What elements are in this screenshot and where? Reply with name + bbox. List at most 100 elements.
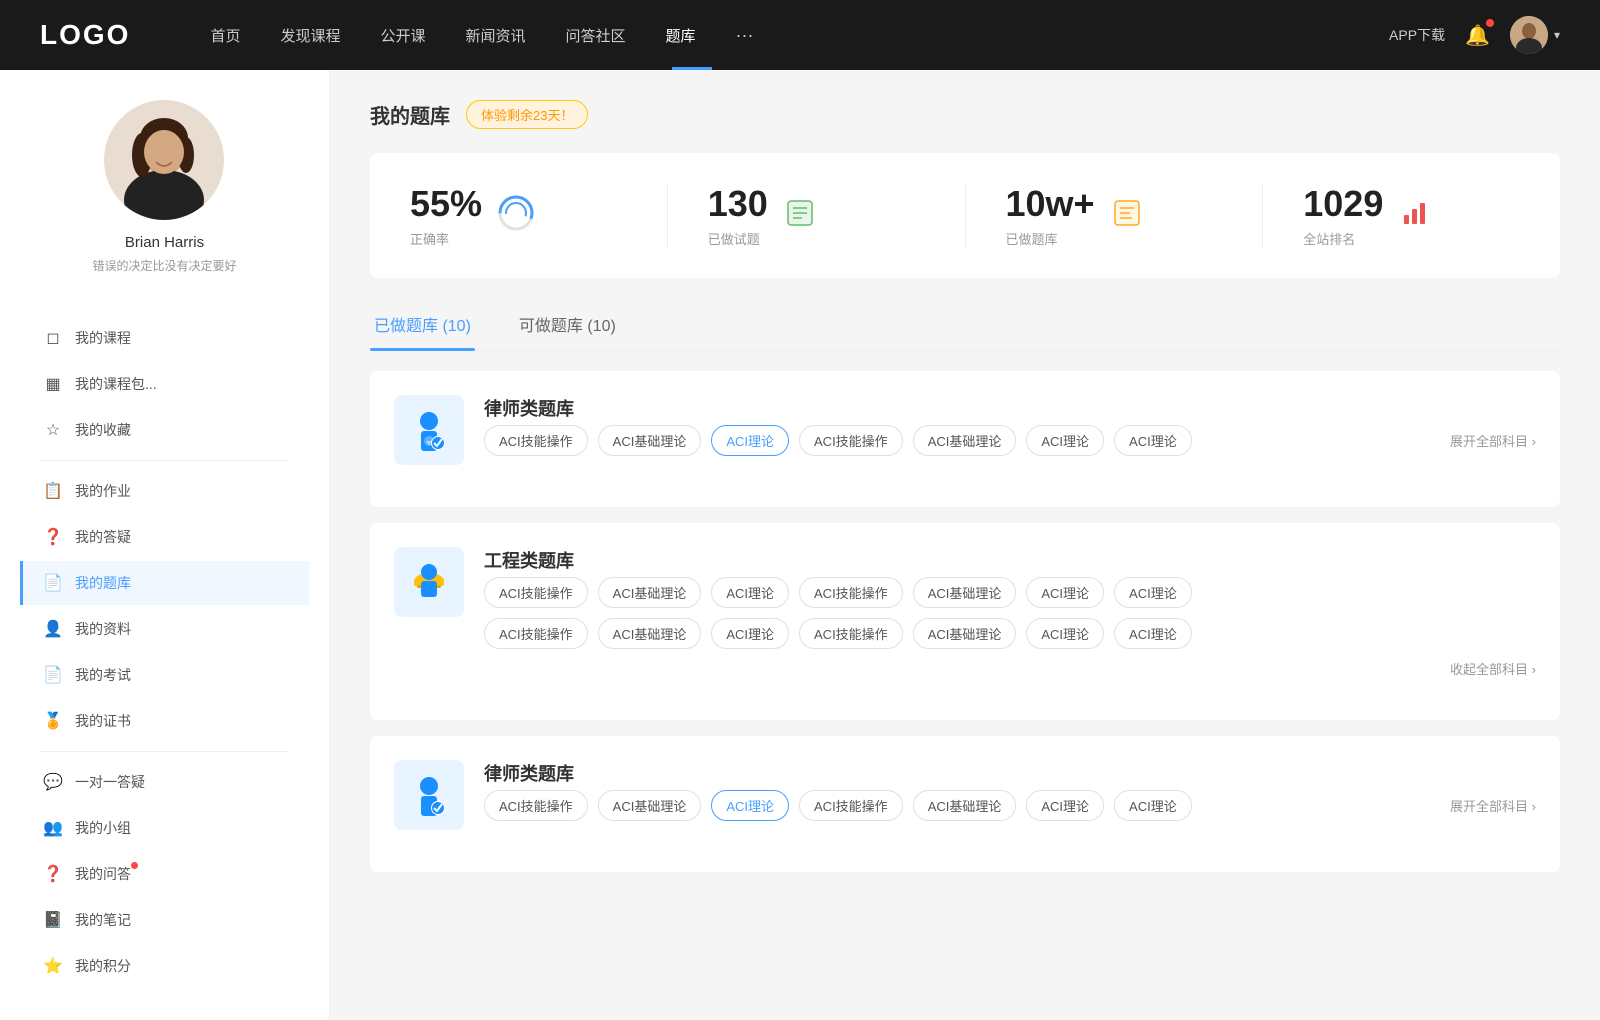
tab-available-banks[interactable]: 可做题库 (10): [515, 302, 620, 350]
sidebar-item-homework[interactable]: 📋 我的作业: [20, 469, 309, 513]
engineer-icon: [394, 547, 464, 617]
qa-dot-badge: [131, 862, 138, 869]
sidebar-item-points[interactable]: ⭐ 我的积分: [20, 944, 309, 988]
tag-eng-r1-4[interactable]: ACI基础理论: [913, 577, 1017, 608]
engineer-collapse-footer: 收起全部科目 ›: [484, 659, 1536, 678]
bank-card-lawyer-1-tags: ACI技能操作 ACI基础理论 ACI理论 ACI技能操作 ACI基础理论 AC…: [484, 425, 1536, 456]
sidebar-label-favorites: 我的收藏: [75, 420, 131, 440]
stat-rank: 1029 全站排名: [1263, 183, 1560, 248]
bank-card-engineer-header: 工程类题库 ACI技能操作 ACI基础理论 ACI理论 ACI技能操作 ACI基…: [394, 547, 1536, 678]
nav-question-bank[interactable]: 题库: [666, 25, 696, 46]
notification-badge: [1486, 19, 1494, 27]
tag-lawyer2-6[interactable]: ACI理论: [1114, 790, 1192, 821]
tag-eng-r2-2[interactable]: ACI理论: [711, 618, 789, 649]
stat-accuracy-label: 正确率: [410, 229, 482, 248]
tag-lawyer1-4[interactable]: ACI基础理论: [913, 425, 1017, 456]
stat-done-questions-label: 已做试题: [708, 229, 768, 248]
tag-eng-r2-0[interactable]: ACI技能操作: [484, 618, 588, 649]
sidebar-item-favorites[interactable]: ☆ 我的收藏: [20, 408, 309, 452]
tag-eng-r2-4[interactable]: ACI基础理论: [913, 618, 1017, 649]
sidebar-item-exam[interactable]: 📄 我的考试: [20, 653, 309, 697]
tag-lawyer1-6[interactable]: ACI理论: [1114, 425, 1192, 456]
sidebar-menu: ◻ 我的课程 ▦ 我的课程包... ☆ 我的收藏 📋 我的作业 ❓ 我的答疑 📄: [0, 314, 329, 990]
sidebar-label-points: 我的积分: [75, 956, 131, 976]
tag-lawyer2-0[interactable]: ACI技能操作: [484, 790, 588, 821]
star-icon: ☆: [43, 420, 63, 440]
tag-eng-r1-6[interactable]: ACI理论: [1114, 577, 1192, 608]
tag-lawyer2-5[interactable]: ACI理论: [1026, 790, 1104, 821]
app-download-button[interactable]: APP下载: [1389, 25, 1445, 45]
nav-news[interactable]: 新闻资讯: [466, 25, 526, 46]
stat-done-banks: 10w+ 已做题库: [966, 183, 1264, 248]
sidebar-item-question-bank[interactable]: 📄 我的题库: [20, 561, 309, 605]
nav-home[interactable]: 首页: [210, 25, 240, 46]
bank-card-lawyer-1-header: 律师类题库 ACI技能操作 ACI基础理论 ACI理论 ACI技能操作 ACI基…: [394, 395, 1536, 465]
stat-done-questions-content: 130 已做试题: [708, 183, 768, 248]
expand-lawyer-2[interactable]: 展开全部科目 ›: [1450, 796, 1536, 815]
tag-lawyer1-3[interactable]: ACI技能操作: [799, 425, 903, 456]
sidebar-label-exam: 我的考试: [75, 665, 131, 685]
nav-qa[interactable]: 问答社区: [566, 25, 626, 46]
tag-eng-r2-6[interactable]: ACI理论: [1114, 618, 1192, 649]
sidebar-item-my-course[interactable]: ◻ 我的课程: [20, 316, 309, 360]
bar-chart-icon: [1399, 197, 1431, 234]
stat-accuracy-content: 55% 正确率: [410, 183, 482, 248]
tag-lawyer2-4[interactable]: ACI基础理论: [913, 790, 1017, 821]
sidebar-label-course-pack: 我的课程包...: [75, 374, 157, 394]
profile-icon: 👤: [43, 619, 63, 639]
accuracy-icon: [498, 195, 534, 236]
tag-lawyer1-2[interactable]: ACI理论: [711, 425, 789, 456]
tag-eng-r1-1[interactable]: ACI基础理论: [598, 577, 702, 608]
user-avatar-menu[interactable]: ▾: [1510, 16, 1560, 54]
notification-bell[interactable]: 🔔: [1465, 23, 1490, 48]
nav-active-indicator: [672, 67, 712, 70]
tag-eng-r1-5[interactable]: ACI理论: [1026, 577, 1104, 608]
bank-card-lawyer-2-info: 律师类题库 ACI技能操作 ACI基础理论 ACI理论 ACI技能操作 ACI基…: [484, 760, 1536, 821]
tag-lawyer1-5[interactable]: ACI理论: [1026, 425, 1104, 456]
collapse-engineer[interactable]: 收起全部科目 ›: [1450, 659, 1536, 678]
expand-lawyer-1[interactable]: 展开全部科目 ›: [1450, 431, 1536, 450]
notes-icon: 📓: [43, 910, 63, 930]
tag-eng-r1-3[interactable]: ACI技能操作: [799, 577, 903, 608]
sidebar-label-certificate: 我的证书: [75, 711, 131, 731]
tag-lawyer2-1[interactable]: ACI基础理论: [598, 790, 702, 821]
tag-eng-r1-0[interactable]: ACI技能操作: [484, 577, 588, 608]
cert-icon: 🏅: [43, 711, 63, 731]
header: LOGO 首页 发现课程 公开课 新闻资讯 问答社区 题库 ··· APP下载 …: [0, 0, 1600, 70]
tab-done-banks[interactable]: 已做题库 (10): [370, 302, 475, 350]
nav-more[interactable]: ···: [736, 25, 754, 46]
tag-eng-r2-3[interactable]: ACI技能操作: [799, 618, 903, 649]
nav-discover[interactable]: 发现课程: [280, 25, 340, 46]
chat-icon: 💬: [43, 772, 63, 792]
sidebar-item-course-pack[interactable]: ▦ 我的课程包...: [20, 362, 309, 406]
stat-done-questions-number: 130: [708, 183, 768, 225]
tag-eng-r1-2[interactable]: ACI理论: [711, 577, 789, 608]
page-title: 我的题库: [370, 100, 450, 129]
tag-lawyer2-3[interactable]: ACI技能操作: [799, 790, 903, 821]
tabs: 已做题库 (10) 可做题库 (10): [370, 302, 1560, 351]
tag-lawyer1-0[interactable]: ACI技能操作: [484, 425, 588, 456]
lawyer-2-icon: [394, 760, 464, 830]
tag-lawyer1-1[interactable]: ACI基础理论: [598, 425, 702, 456]
nav-open-course[interactable]: 公开课: [380, 25, 425, 46]
stat-rank-label: 全站排名: [1303, 229, 1383, 248]
sidebar-item-profile[interactable]: 👤 我的资料: [20, 607, 309, 651]
sidebar-label-question-bank: 我的题库: [75, 573, 131, 593]
sidebar-label-my-course: 我的课程: [75, 328, 131, 348]
sidebar-item-notes[interactable]: 📓 我的笔记: [20, 898, 309, 942]
bank-card-lawyer-1-info: 律师类题库 ACI技能操作 ACI基础理论 ACI理论 ACI技能操作 ACI基…: [484, 395, 1536, 456]
tag-eng-r2-1[interactable]: ACI基础理论: [598, 618, 702, 649]
bank-card-lawyer-2-header: 律师类题库 ACI技能操作 ACI基础理论 ACI理论 ACI技能操作 ACI基…: [394, 760, 1536, 830]
sidebar-item-certificate[interactable]: 🏅 我的证书: [20, 699, 309, 743]
sidebar-label-one-on-one: 一对一答疑: [75, 772, 145, 792]
tag-lawyer2-2[interactable]: ACI理论: [711, 790, 789, 821]
exam-icon: 📄: [43, 665, 63, 685]
sidebar-item-my-qa[interactable]: ❓ 我的问答: [20, 852, 309, 896]
sidebar-item-qa[interactable]: ❓ 我的答疑: [20, 515, 309, 559]
sidebar-item-group[interactable]: 👥 我的小组: [20, 806, 309, 850]
qa-icon: ❓: [43, 527, 63, 547]
group-icon: 👥: [43, 818, 63, 838]
tag-eng-r2-5[interactable]: ACI理论: [1026, 618, 1104, 649]
profile-avatar: [104, 100, 224, 220]
sidebar-item-one-on-one[interactable]: 💬 一对一答疑: [20, 760, 309, 804]
